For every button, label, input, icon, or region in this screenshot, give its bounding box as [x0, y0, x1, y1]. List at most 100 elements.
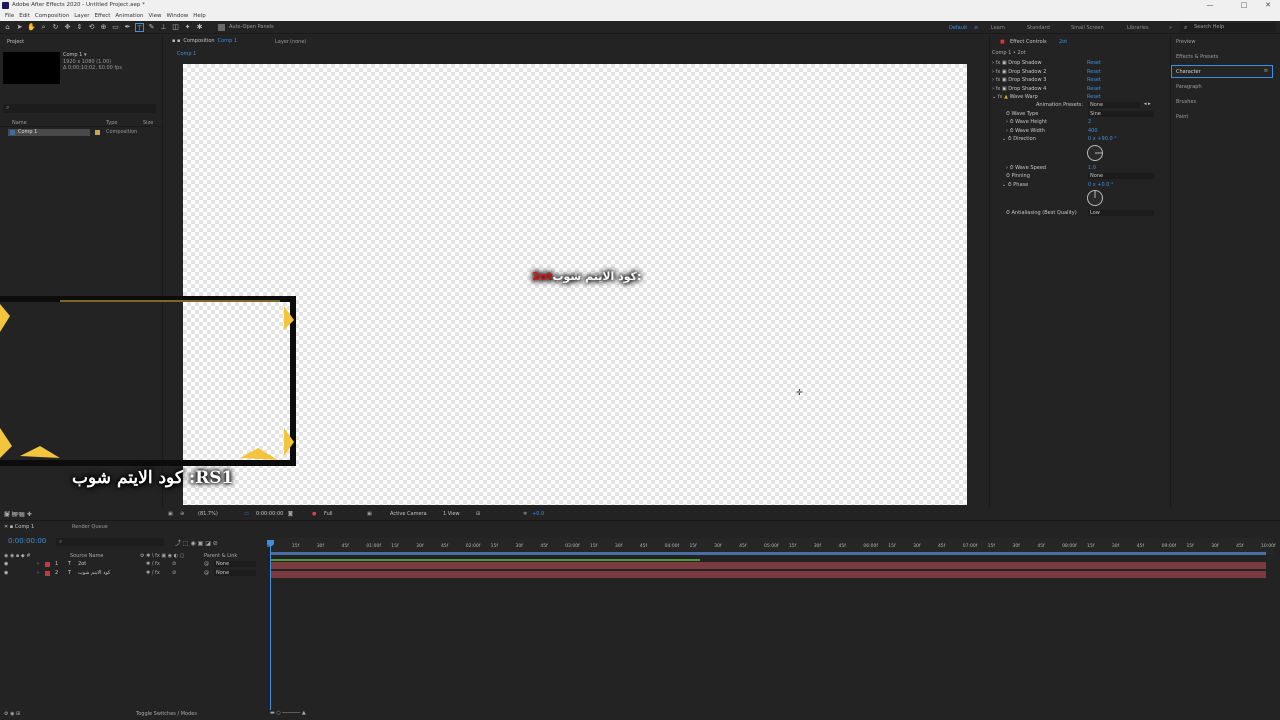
- search-help-input[interactable]: Search Help: [1180, 23, 1276, 32]
- fx-reset-wave-warp[interactable]: Reset: [1087, 94, 1101, 100]
- layer-expand-icon[interactable]: ›: [37, 561, 39, 567]
- hand-tool-icon[interactable]: ✋: [27, 23, 36, 32]
- workspace-default[interactable]: Default: [949, 25, 967, 31]
- col-source-name[interactable]: Source Name: [70, 553, 104, 559]
- menu-help[interactable]: Help: [193, 13, 206, 19]
- timeline-tab-comp1[interactable]: ✕ ▪ Comp 1: [4, 524, 34, 530]
- camera-snapshot-icon[interactable]: ◙: [288, 511, 293, 517]
- wave-width-value[interactable]: 400: [1088, 128, 1098, 134]
- wave-speed-value[interactable]: 1.0: [1088, 165, 1096, 171]
- panel-brushes[interactable]: Brushes: [1176, 99, 1196, 105]
- project-search-input[interactable]: ⌕: [3, 104, 156, 113]
- col-size[interactable]: Size: [143, 120, 153, 126]
- rotation-tool-icon[interactable]: ⟲: [87, 23, 96, 32]
- fx-reset-drop-shadow-2[interactable]: Reset: [1087, 69, 1101, 75]
- timeline-switch-icons[interactable]: ⤴ ⬚ ◉ ▣ ◪ ⊘: [175, 538, 218, 547]
- workspace-menu-icon[interactable]: ≡: [974, 25, 978, 31]
- direction-dial[interactable]: [1086, 144, 1104, 162]
- fx-reset-drop-shadow[interactable]: Reset: [1087, 60, 1101, 66]
- panel-paint[interactable]: Paint: [1176, 114, 1188, 120]
- zoom-tool-icon[interactable]: ⌕: [39, 23, 48, 32]
- pen-tool-icon[interactable]: ✒: [123, 23, 132, 32]
- menu-effect[interactable]: Effect: [95, 13, 111, 19]
- workspace-overflow-icon[interactable]: »: [1169, 25, 1172, 31]
- snapshot-region-icon[interactable]: ▭: [244, 511, 249, 517]
- menu-window[interactable]: Window: [167, 13, 189, 19]
- panel-paragraph[interactable]: Paragraph: [1176, 84, 1202, 90]
- animation-presets-dropdown[interactable]: None: [1088, 102, 1140, 108]
- type-tool-icon[interactable]: T: [135, 22, 144, 32]
- work-area-bar[interactable]: [270, 552, 1266, 555]
- fx-row-drop-shadow-4[interactable]: › fx ▣ Drop Shadow 4: [992, 86, 1046, 92]
- viewer-bottom-icons[interactable]: ▣ ▤ ▦ ✚: [4, 511, 32, 518]
- timeline-tab-render-queue[interactable]: Render Queue: [72, 524, 108, 530]
- fx-reset-drop-shadow-3[interactable]: Reset: [1087, 77, 1101, 83]
- layer-name[interactable]: 2ot: [78, 561, 86, 567]
- exposure-icon[interactable]: ✲: [523, 511, 527, 517]
- exposure-value[interactable]: +0.0: [532, 511, 544, 517]
- resolution-dropdown[interactable]: Full: [324, 511, 333, 517]
- workspace-small-screen[interactable]: Small Screen: [1071, 25, 1104, 31]
- center-text-layer[interactable]: 2otكود الايتم شوب:: [532, 270, 641, 283]
- project-item-row[interactable]: Comp 1: [8, 129, 90, 136]
- toggle-switches-modes[interactable]: Toggle Switches / Modes: [136, 711, 197, 717]
- timeline-timecode[interactable]: 0:00:00:00: [8, 537, 46, 545]
- parent-dropdown[interactable]: None: [214, 561, 256, 567]
- timeline-search-input[interactable]: ⌕: [56, 538, 164, 546]
- fx-row-drop-shadow-3[interactable]: › fx ▣ Drop Shadow 3: [992, 77, 1046, 83]
- view-layout-dropdown[interactable]: 1 View: [443, 511, 460, 517]
- workspace-libraries[interactable]: Libraries: [1127, 25, 1149, 31]
- panel-menu-icon[interactable]: ≡: [1264, 68, 1268, 74]
- layer-label-color[interactable]: [45, 571, 50, 576]
- panel-effects-presets[interactable]: Effects & Presets: [1176, 54, 1218, 60]
- fx-row-wave-warp[interactable]: ⌄ fx ▲ Wave Warp: [992, 94, 1038, 100]
- eraser-tool-icon[interactable]: ◫: [171, 23, 180, 32]
- effect-controls-lock-icon[interactable]: ■: [1000, 39, 1005, 45]
- roto-brush-tool-icon[interactable]: ✦: [183, 23, 192, 32]
- col-name[interactable]: Name: [12, 120, 27, 126]
- col-type[interactable]: Type: [106, 120, 117, 126]
- menu-view[interactable]: View: [148, 13, 161, 19]
- col-parent-link[interactable]: Parent & Link: [204, 553, 237, 559]
- layer-row-1[interactable]: ◉ › 1 T 2ot ✱ / fx ⊘ @ None: [0, 561, 268, 569]
- region-of-interest-icon[interactable]: ▣: [367, 511, 372, 517]
- clone-stamp-tool-icon[interactable]: ⊥: [159, 23, 168, 32]
- selection-tool-icon[interactable]: ➤: [15, 23, 24, 32]
- layer-expand-icon[interactable]: ›: [37, 570, 39, 576]
- playhead-line[interactable]: [270, 540, 271, 710]
- timeline-zoom-slider[interactable]: ▬ ○ ────── ▲: [270, 710, 306, 716]
- menu-composition[interactable]: Composition: [35, 13, 69, 19]
- auto-open-checkbox[interactable]: [218, 23, 225, 31]
- layer-visibility-icon[interactable]: ◉: [4, 570, 8, 576]
- home-icon[interactable]: ⌂: [3, 23, 12, 32]
- layer-tab-label[interactable]: Layer: [275, 39, 289, 45]
- effect-controls-tab[interactable]: Effect Controls: [1010, 39, 1047, 45]
- brush-tool-icon[interactable]: ✎: [147, 23, 156, 32]
- parent-dropdown[interactable]: None: [214, 570, 256, 576]
- viewer-timecode[interactable]: 0:00:00:00: [256, 511, 283, 517]
- project-tab[interactable]: Project: [7, 39, 24, 45]
- color-channel-icon[interactable]: ●: [312, 511, 316, 517]
- parent-pickwhip-icon[interactable]: @: [204, 570, 209, 576]
- workspace-learn[interactable]: Learn: [991, 25, 1005, 31]
- magnification-icon[interactable]: ⊕: [180, 511, 184, 517]
- phase-value[interactable]: 0 x +0.0 °: [1088, 182, 1114, 188]
- fx-row-drop-shadow-2[interactable]: › fx ▣ Drop Shadow 2: [992, 69, 1046, 75]
- comp-breadcrumb[interactable]: Comp 1: [177, 51, 196, 57]
- orbit-tool-icon[interactable]: ↻: [51, 23, 60, 32]
- layer-switches[interactable]: ✱ / fx: [146, 570, 160, 576]
- menu-edit[interactable]: Edit: [19, 13, 30, 19]
- layer-bar-2[interactable]: [270, 571, 1266, 578]
- camera-dropdown[interactable]: Active Camera: [390, 511, 427, 517]
- wave-type-dropdown[interactable]: Sine: [1088, 111, 1154, 117]
- composition-canvas[interactable]: 2otكود الايتم شوب: ✛: [183, 64, 967, 505]
- close-button[interactable]: ✕: [1258, 1, 1278, 9]
- fx-row-drop-shadow[interactable]: › fx ▣ Drop Shadow: [992, 60, 1042, 66]
- layer-row-2[interactable]: ◉ › 2 T كود الايتم شوب ✱ / fx ⊘ @ None: [0, 570, 268, 578]
- workspace-standard[interactable]: Standard: [1027, 25, 1050, 31]
- label-color-swatch[interactable]: [95, 130, 100, 135]
- dolly-tool-icon[interactable]: ⇕: [75, 23, 84, 32]
- motion-blur-icon[interactable]: ⊘: [172, 570, 176, 576]
- layer-label-color[interactable]: [45, 562, 50, 567]
- wave-height-value[interactable]: 2: [1088, 119, 1091, 125]
